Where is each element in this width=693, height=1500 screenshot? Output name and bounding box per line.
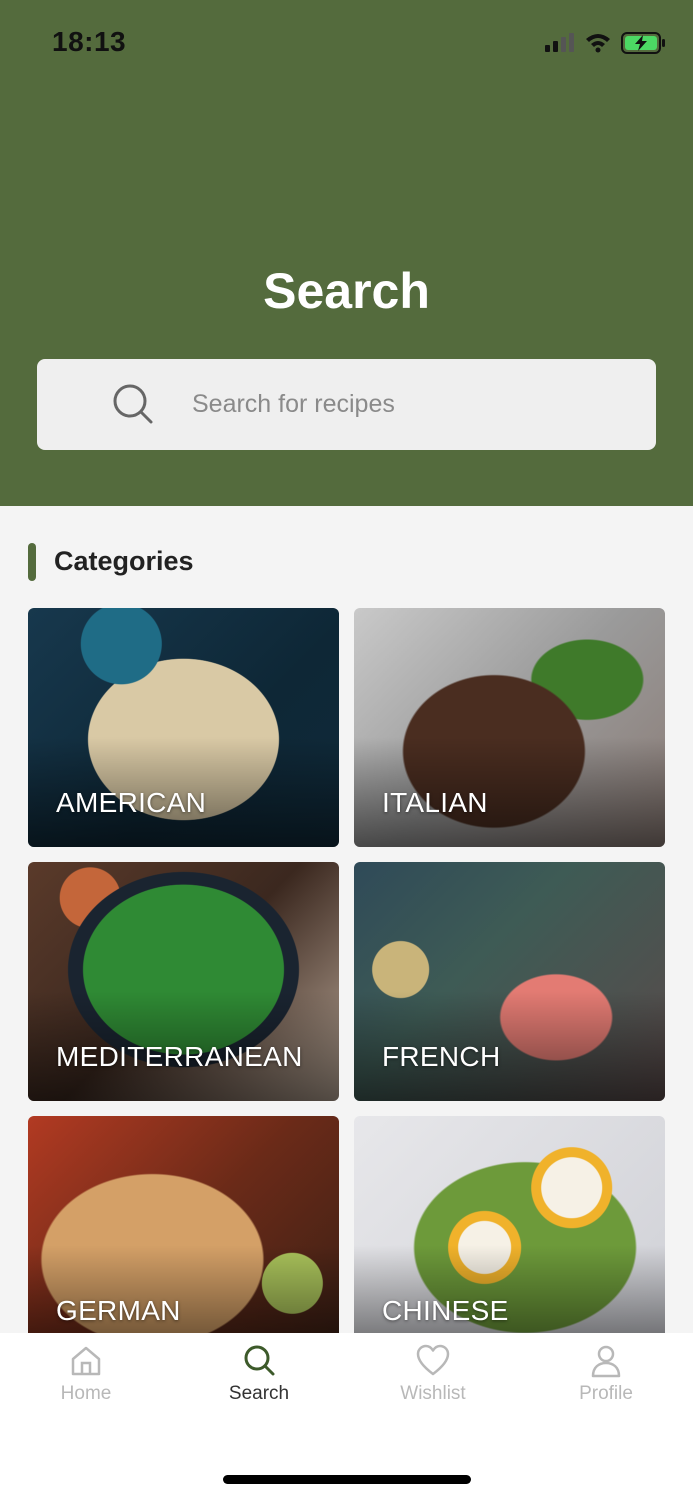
tab-label: Home [60, 1383, 112, 1404]
home-icon [71, 1346, 101, 1376]
category-label: AMERICAN [56, 787, 207, 818]
categories-title: Categories [54, 546, 194, 576]
category-card-german[interactable]: GERMAN [28, 1116, 339, 1355]
user-icon [591, 1345, 621, 1378]
battery-charging-icon [621, 32, 665, 54]
category-label: ITALIAN [382, 787, 488, 818]
tab-wishlist[interactable]: Wishlist [358, 1343, 508, 1423]
category-label: FRENCH [382, 1041, 501, 1072]
category-label: CHINESE [382, 1295, 509, 1326]
search-input[interactable] [192, 359, 632, 450]
status-icons [543, 30, 667, 56]
header: 18:13 Search [0, 0, 693, 506]
section-accent-bar [28, 543, 36, 581]
category-card-american[interactable]: AMERICAN [28, 608, 339, 847]
cellular-signal-icon [545, 33, 574, 52]
tab-home[interactable]: Home [11, 1343, 161, 1423]
search-icon [113, 384, 153, 424]
status-time: 18:13 [52, 26, 127, 57]
wifi-icon [586, 34, 610, 53]
tab-label: Wishlist [400, 1383, 466, 1404]
category-card-italian[interactable]: ITALIAN [354, 608, 665, 847]
tab-search[interactable]: Search [184, 1343, 334, 1423]
tab-bar: Home Search Wishlist Profile [0, 1333, 693, 1500]
search-icon [244, 1345, 275, 1376]
tab-label: Profile [579, 1383, 633, 1404]
category-label: MEDITERRANEAN [56, 1041, 303, 1072]
category-card-chinese[interactable]: CHINESE [354, 1116, 665, 1355]
tab-label: Search [228, 1383, 290, 1404]
home-indicator[interactable] [223, 1475, 471, 1484]
heart-icon [416, 1344, 450, 1376]
category-card-mediterranean[interactable]: MEDITERRANEAN [28, 862, 339, 1101]
tab-profile[interactable]: Profile [531, 1343, 681, 1423]
search-bar[interactable] [37, 359, 656, 450]
category-card-french[interactable]: FRENCH [354, 862, 665, 1101]
page-title: Search [263, 263, 430, 319]
category-label: GERMAN [56, 1295, 181, 1326]
